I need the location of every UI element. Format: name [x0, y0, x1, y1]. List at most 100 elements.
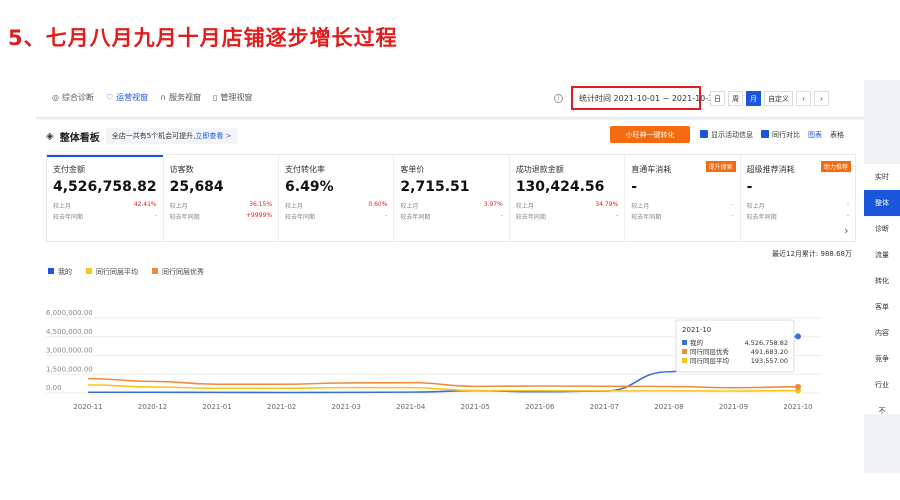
- metric-compare-year: 较去年同期 +9999%: [170, 212, 272, 221]
- x-tick-label: 2021-07: [590, 403, 619, 411]
- screenshot-panel: ◎ 综合诊断 ♡ 运营视窗 ∩ 服务视窗 ▯ 管理视窗 i 统计时间 2021-10-0…: [36, 80, 900, 473]
- metric-card[interactable]: 支付金额 4,526,758.82 较上月 42.41% 较去年同期 -: [47, 155, 164, 241]
- sidebar-item[interactable]: 诊断: [864, 216, 900, 242]
- sidebar-item[interactable]: 实时: [864, 164, 900, 190]
- compare-value: 3.97%: [483, 201, 503, 208]
- compare-value: -: [385, 212, 388, 219]
- tooltip-row-value: 491,683.20: [751, 348, 788, 356]
- metric-card[interactable]: 助力推荐 超级推荐消耗 - 较上月 - 较去年同期 -: [741, 155, 855, 241]
- trend-chart: 6,000,000.00 4,500,000.00 3,000,000.00 1,50…: [46, 309, 821, 411]
- metric-card[interactable]: 成功退款金额 130,424.56 较上月 34.79% 较去年同期 -: [510, 155, 626, 241]
- sidebar-item[interactable]: 转化: [864, 268, 900, 294]
- metric-label: 成功退款金额: [515, 165, 564, 174]
- x-tick-label: 2021-09: [719, 403, 748, 411]
- checkbox-label: 同行对比: [772, 131, 800, 139]
- metric-compare-year: 较去年同期 -: [631, 212, 733, 221]
- period-month-button[interactable]: 月: [746, 91, 761, 106]
- clipboard-icon: ▯: [213, 93, 218, 102]
- one-click-convert-button[interactable]: 小旺神一键转化: [610, 126, 690, 143]
- board-options: 显示活动信息 同行对比 图表 表格: [700, 130, 844, 140]
- sidebar-item[interactable]: 内容: [864, 320, 900, 346]
- x-tick-label: 2021-01: [202, 403, 231, 411]
- metric-compare-year: 较去年同期 -: [285, 212, 387, 221]
- layers-icon: ◈: [46, 130, 54, 142]
- sidebar-item[interactable]: 流量: [864, 242, 900, 268]
- compare-label: 较去年同期: [515, 214, 546, 221]
- metric-card[interactable]: 提升搜索 直通车消耗 - 较上月 - 较去年同期 -: [625, 155, 741, 241]
- metric-tag[interactable]: 助力推荐: [820, 161, 851, 172]
- tooltip-row-value: 193,557.00: [751, 357, 788, 365]
- sidebar-item[interactable]: 行业: [864, 372, 900, 398]
- compare-label: 较去年同期: [400, 214, 431, 221]
- compare-value: +9999%: [246, 212, 273, 219]
- compare-value: -: [731, 212, 734, 219]
- metric-value: 6.49%: [285, 179, 334, 195]
- compare-label: 较去年同期: [746, 214, 777, 221]
- x-tick-label: 2021-06: [525, 403, 555, 411]
- board-title: 整体看板: [59, 132, 100, 144]
- metric-card[interactable]: 支付转化率 6.49% 较上月 0.60% 较去年同期 -: [279, 155, 395, 241]
- sidebar-item[interactable]: 客单: [864, 294, 900, 320]
- tab-operations[interactable]: ♡ 运营视窗: [106, 92, 148, 103]
- x-tick-label: 2020-11: [73, 403, 102, 411]
- period-day-button[interactable]: 日: [710, 91, 725, 106]
- view-now-link[interactable]: 立即查看 >: [195, 132, 231, 140]
- show-activity-checkbox[interactable]: 显示活动信息: [700, 130, 753, 140]
- compare-label: 较上月: [515, 203, 534, 210]
- compare-value: 36.15%: [249, 201, 273, 208]
- compare-value: -: [846, 212, 849, 219]
- prev-arrow-icon[interactable]: ‹: [796, 91, 811, 106]
- board-header: ◈ 整体看板 全店一共有5个机会可提升,立即查看 >: [46, 128, 238, 144]
- shield-icon: ♡: [105, 93, 114, 102]
- x-tick-label: 2021-08: [654, 403, 683, 411]
- compare-label: 较上月: [631, 203, 650, 210]
- metric-value: -: [746, 179, 753, 195]
- right-sidebar: 实时 整体 诊断 流量 转化 客单 内容 竞争 行业不: [864, 164, 900, 415]
- metric-tag[interactable]: 提升搜索: [705, 161, 736, 172]
- sidebar-item[interactable]: 竞争: [864, 346, 900, 372]
- series-end-point-0: [795, 333, 801, 340]
- metric-label: 支付转化率: [285, 165, 326, 174]
- opportunity-tip: 全店一共有5个机会可提升,立即查看 >: [105, 128, 238, 144]
- series-line-2: [87, 377, 799, 389]
- tooltip-row-name: 同行同层平均: [690, 356, 730, 365]
- sidebar-item[interactable]: 不: [864, 398, 900, 424]
- period-custom-button[interactable]: 自定义: [764, 91, 793, 106]
- view-table-link[interactable]: 表格: [830, 130, 844, 140]
- cumulative-total: 最近12月累计: 988.68万: [772, 250, 852, 258]
- tooltip-swatch: [682, 340, 687, 345]
- x-tick-label: 2021-02: [267, 403, 296, 411]
- series-end-point-2: [795, 383, 801, 390]
- compare-label: 较上月: [285, 203, 304, 210]
- sidebar-item[interactable]: 整体: [864, 190, 900, 216]
- period-buttons: 日 周 月 自定义 ‹ ›: [710, 91, 829, 106]
- info-icon[interactable]: i: [554, 93, 563, 103]
- metric-card[interactable]: 客单价 2,715.51 较上月 3.97% 较去年同期 -: [394, 155, 510, 241]
- metric-value: 4,526,758.82: [53, 179, 157, 195]
- view-chart-link[interactable]: 图表: [808, 130, 822, 140]
- checkbox-icon: [761, 130, 769, 138]
- compare-value: 42.41%: [133, 201, 157, 208]
- page-heading: 5、七月八月九月十月店铺逐步增长过程: [8, 26, 398, 50]
- compare-value: -: [500, 212, 503, 219]
- tab-management[interactable]: ▯ 管理视窗: [213, 92, 252, 103]
- tooltip-row-value: 4,526,758.82: [745, 339, 788, 347]
- next-arrow-icon[interactable]: ›: [814, 91, 829, 106]
- top-nav: ◎ 综合诊断 ♡ 运营视窗 ∩ 服务视窗 ▯ 管理视窗 i 统计时间 2021-10-0…: [36, 80, 864, 118]
- metric-card[interactable]: 访客数 25,684 较上月 36.15% 较去年同期 +9999%: [164, 155, 280, 241]
- tab-label: 服务视窗: [169, 93, 202, 102]
- metric-label: 客单价: [400, 165, 425, 174]
- expand-arrow-icon[interactable]: ›: [844, 224, 848, 237]
- y-tick-label: 0.00: [46, 384, 62, 392]
- compare-label: 较去年同期: [169, 214, 200, 221]
- tab-diagnosis[interactable]: ◎ 综合诊断: [52, 92, 94, 103]
- date-area: i 统计时间 2021-10-01 ~ 2021-10-31: [554, 86, 718, 110]
- date-range-picker[interactable]: 统计时间 2021-10-01 ~ 2021-10-31: [571, 86, 718, 110]
- compare-label: 较上月: [400, 203, 419, 210]
- tab-service[interactable]: ∩ 服务视窗: [160, 92, 201, 103]
- period-week-button[interactable]: 周: [728, 91, 743, 106]
- compare-value: -: [154, 212, 157, 219]
- peer-compare-checkbox[interactable]: 同行对比: [761, 130, 800, 140]
- compare-label: 较去年同期: [285, 214, 316, 221]
- metric-value: 25,684: [169, 179, 224, 195]
